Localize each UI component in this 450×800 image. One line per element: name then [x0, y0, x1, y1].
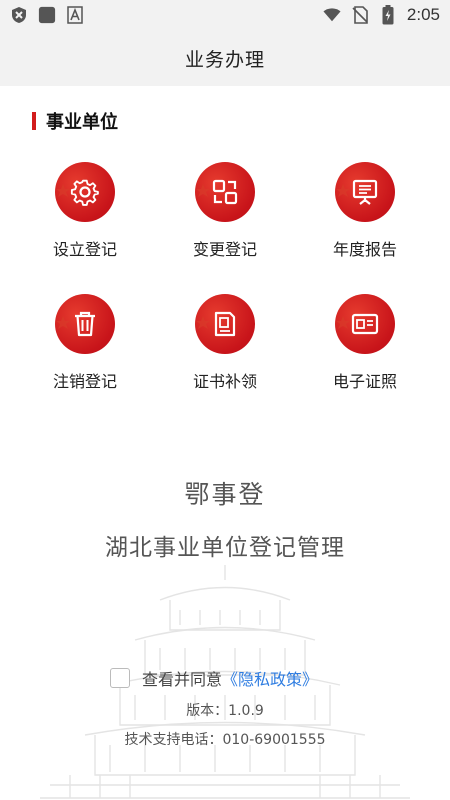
- service-label: 注销登记: [52, 372, 117, 391]
- service-annual-report[interactable]: 年度报告: [310, 162, 420, 260]
- no-sim-icon: [351, 6, 369, 24]
- wifi-icon: [323, 6, 341, 24]
- service-label: 变更登记: [192, 240, 257, 259]
- square-app-icon: [38, 6, 56, 24]
- consent-text: 查看并同意: [142, 670, 223, 689]
- service-label: 设立登记: [52, 240, 117, 259]
- title-bar: 业务办理: [0, 30, 450, 86]
- status-time: 2:05: [406, 5, 440, 24]
- swap-squares-icon: [195, 162, 255, 222]
- section-title: 事业单位: [46, 112, 118, 133]
- app-brand-subtitle: 湖北事业单位登记管理: [105, 535, 345, 561]
- trash-icon: [55, 294, 115, 354]
- service-label: 电子证照: [332, 372, 397, 391]
- service-label: 证书补领: [192, 372, 257, 391]
- status-bar-right: 2:05: [323, 5, 440, 25]
- service-certificate-reissue[interactable]: 证书补领: [170, 294, 280, 392]
- version-text: 版本：1.0.9: [186, 703, 264, 719]
- service-label: 年度报告: [332, 240, 397, 259]
- section-header: 事业单位: [32, 108, 118, 134]
- status-bar-left: [10, 6, 84, 24]
- presentation-board-icon: [335, 162, 395, 222]
- certificate-icon: [195, 294, 255, 354]
- id-card-icon: [335, 294, 395, 354]
- service-cancel-registration[interactable]: 注销登记: [30, 294, 140, 392]
- gear-icon: [55, 162, 115, 222]
- privacy-policy-link[interactable]: 《隐私政策》: [222, 670, 318, 689]
- privacy-consent-checkbox[interactable]: [110, 668, 130, 688]
- status-bar: 2:05: [0, 0, 450, 30]
- privacy-consent-row: 查看并同意《隐私政策》: [110, 666, 318, 690]
- app-brand-name: 鄂事登: [184, 480, 266, 509]
- service-change-registration[interactable]: 变更登记: [170, 162, 280, 260]
- page-title: 业务办理: [184, 48, 265, 71]
- support-phone-text: 技术支持电话：010-69001555: [124, 732, 326, 748]
- section-accent-bar: [32, 112, 36, 130]
- shield-x-icon: [10, 6, 28, 24]
- service-electronic-license[interactable]: 电子证照: [310, 294, 420, 392]
- battery-charging-icon: [379, 5, 397, 25]
- service-establish-registration[interactable]: 设立登记: [30, 162, 140, 260]
- font-a-icon: [66, 6, 84, 24]
